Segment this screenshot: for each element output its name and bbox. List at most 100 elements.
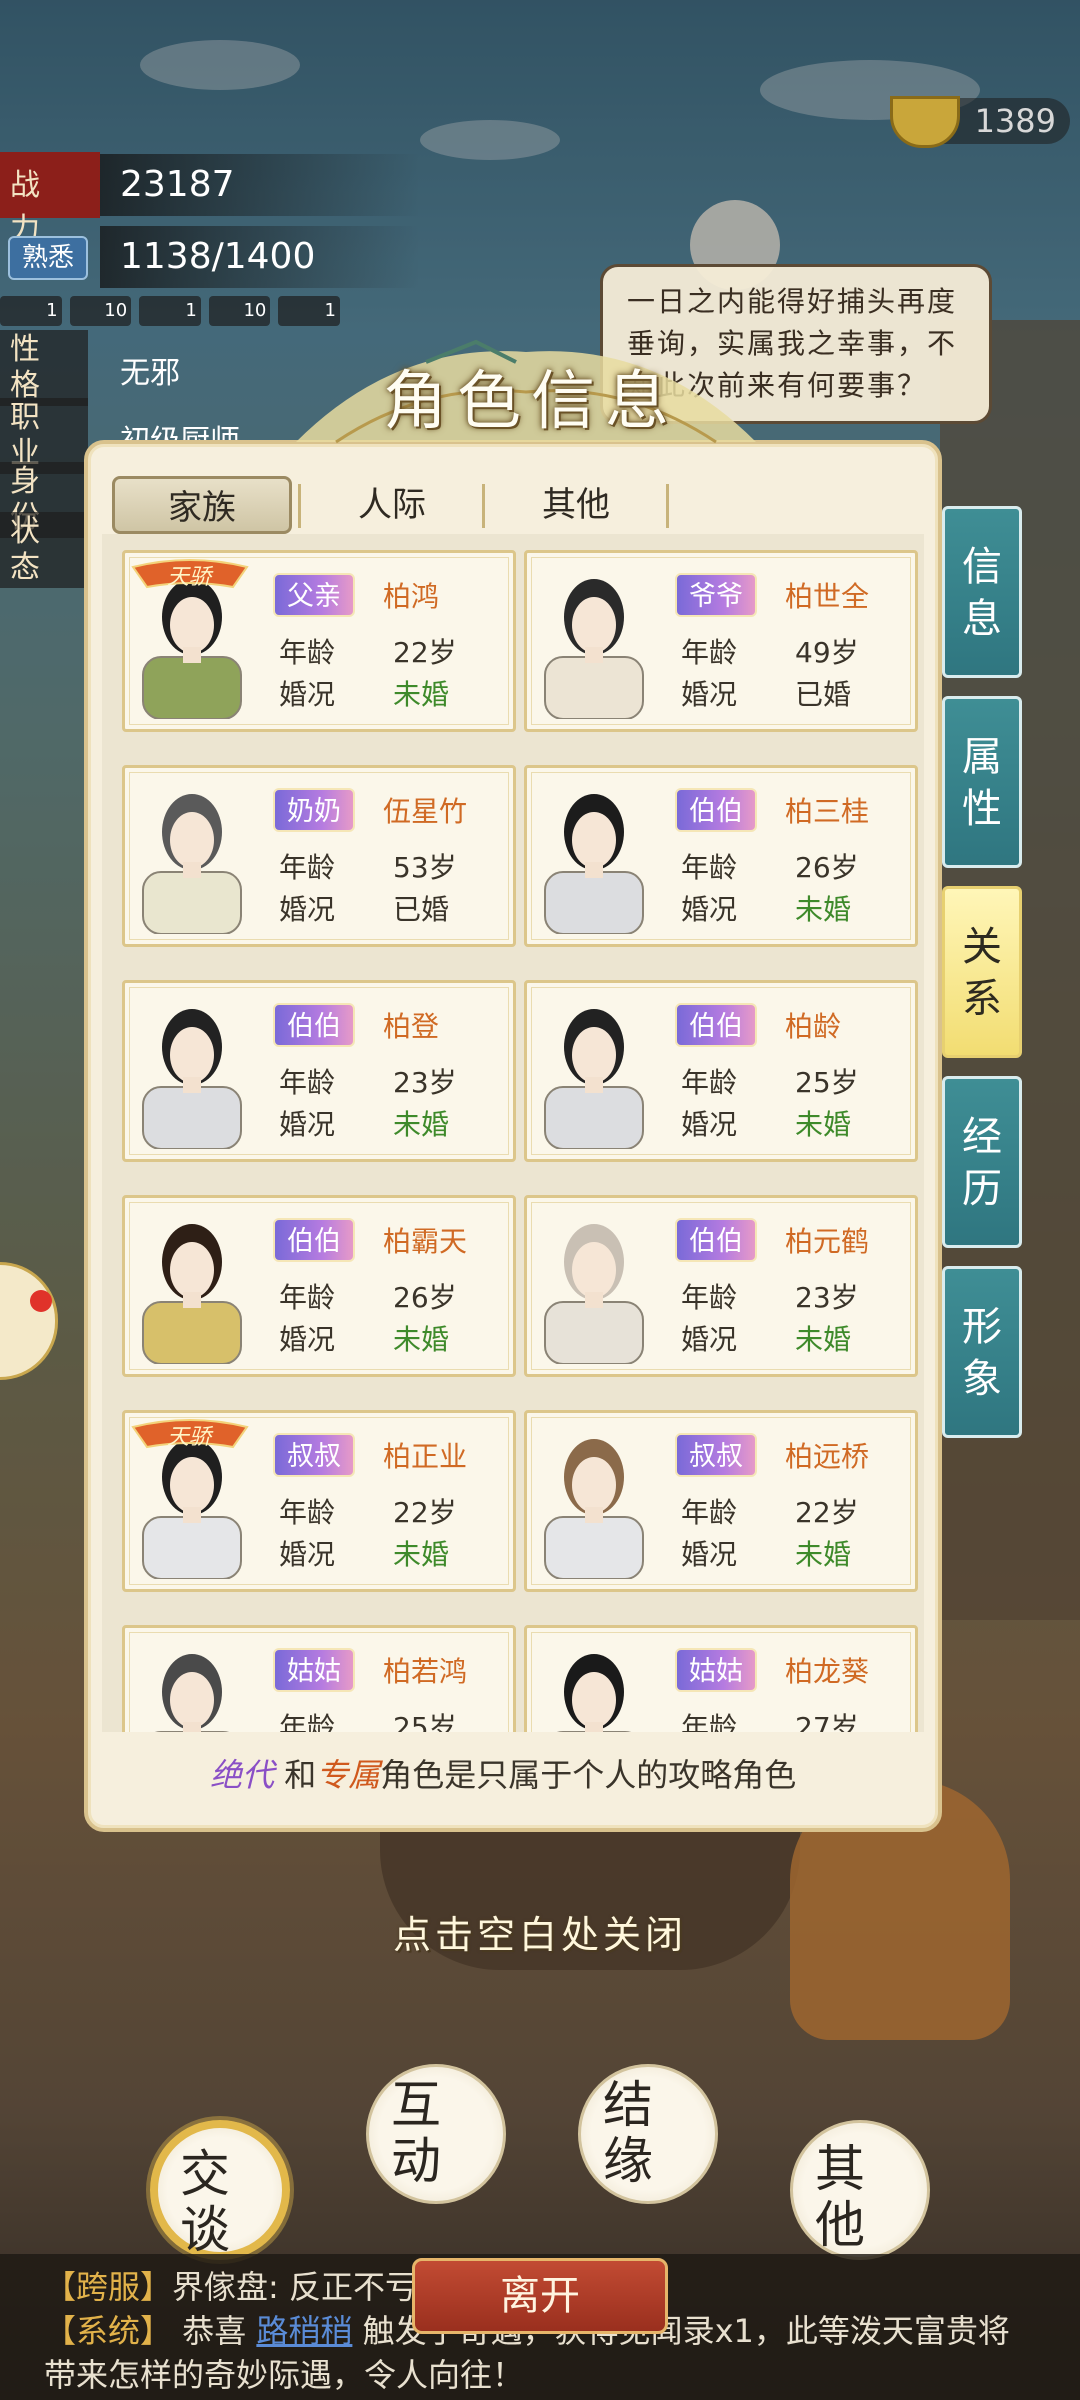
family-card-grid[interactable]: 天骄 父亲 柏鸿 年龄 22岁 婚况 未婚 爷爷 柏世全 年龄 49岁 婚况 已婚 奶奶 伍星竹 年龄 53岁婚… (102, 534, 924, 1732)
character-card[interactable]: 天骄 父亲 柏鸿 年龄 22岁 婚况 未婚 (122, 550, 516, 732)
footnote-and: 和 (284, 1756, 317, 1794)
side-tab-attributes[interactable]: 属性 (942, 696, 1022, 868)
age-label: 年龄 (681, 1496, 738, 1529)
action-other-button[interactable]: 其他 (790, 2120, 930, 2260)
character-card[interactable]: 天骄 叔叔 柏正业 年龄 22岁 婚况 未婚 (122, 1410, 516, 1592)
marital-label: 婚况 (279, 678, 336, 711)
familiarity-value: 1138/1400 (100, 226, 420, 288)
relation-badge: 姑姑 (273, 1648, 355, 1692)
character-portrait (133, 1636, 251, 1732)
character-card[interactable]: 奶奶 伍星竹 年龄 53岁 婚况 已婚 (122, 765, 516, 947)
character-portrait (133, 561, 251, 719)
tab-divider (666, 484, 669, 528)
relation-badge: 奶奶 (273, 788, 355, 832)
character-name: 伍星竹 (383, 795, 468, 828)
relation-badge: 伯伯 (675, 788, 757, 832)
age-value: 26岁 (393, 1281, 457, 1314)
side-tab-history[interactable]: 经历 (942, 1076, 1022, 1248)
tianjiao-badge: 天骄 (129, 1417, 251, 1451)
marital-label: 婚况 (279, 1108, 336, 1141)
action-talk-button[interactable]: 交谈 (150, 2120, 290, 2260)
character-portrait (535, 1206, 653, 1364)
age-value: 22岁 (795, 1496, 859, 1529)
player-link[interactable]: 路稍稍 (256, 2312, 352, 2350)
age-value: 25岁 (795, 1066, 859, 1099)
marital-value: 未婚 (795, 1538, 852, 1571)
age-label: 年龄 (279, 636, 336, 669)
attr-personality: 性格 无邪 (0, 330, 320, 406)
marital-value: 未婚 (795, 1323, 852, 1356)
chat-channel-tag: 【系统】 (44, 2312, 173, 2350)
character-name: 柏霸天 (383, 1225, 468, 1258)
character-portrait (535, 991, 653, 1149)
character-name: 柏登 (383, 1010, 440, 1043)
panel-title: 角色信息 (383, 365, 679, 439)
age-value: 23岁 (393, 1066, 457, 1099)
leave-button[interactable]: 离开 (412, 2258, 668, 2334)
relation-badge: 姑姑 (675, 1648, 757, 1692)
relation-badge: 叔叔 (273, 1433, 355, 1477)
character-card[interactable]: 叔叔 柏远桥 年龄 22岁 婚况 未婚 (524, 1410, 918, 1592)
age-label: 年龄 (279, 1496, 336, 1529)
character-portrait (133, 776, 251, 934)
character-card[interactable]: 爷爷 柏世全 年龄 49岁 婚况 已婚 (524, 550, 918, 732)
chat-line: 【跨服】界傢盘: 反正不亏 (44, 2262, 417, 2308)
tab-divider (298, 484, 301, 528)
side-tab-appearance[interactable]: 形象 (942, 1266, 1022, 1438)
relation-badge: 爷爷 (675, 573, 757, 617)
relation-badge: 伯伯 (675, 1003, 757, 1047)
close-hint: 点击空白处关闭 (392, 1913, 687, 1957)
age-value: 27岁 (795, 1711, 859, 1732)
character-name: 柏若鸿 (383, 1655, 468, 1688)
character-name: 柏元鹤 (785, 1225, 870, 1258)
marital-label: 婚况 (279, 893, 336, 926)
character-card[interactable]: 姑姑柏龙葵年龄27岁婚况 (524, 1625, 918, 1732)
item-chip[interactable]: 1 (0, 296, 62, 326)
character-portrait (535, 1636, 653, 1732)
item-chip[interactable]: 1 (139, 296, 201, 326)
side-tab-relations[interactable]: 关系 (942, 886, 1022, 1058)
character-portrait (535, 1421, 653, 1579)
action-label: 交谈 (180, 2145, 230, 2259)
action-interact-button[interactable]: 互动 (366, 2064, 506, 2204)
character-card[interactable]: 伯伯 柏登 年龄 23岁 婚况 未婚 (122, 980, 516, 1162)
tab-social[interactable]: 人际 (302, 476, 482, 534)
age-value: 25岁 (393, 1711, 457, 1732)
age-label: 年龄 (681, 1711, 738, 1732)
marital-label: 婚况 (279, 1538, 336, 1571)
power-value: 23187 (100, 154, 420, 216)
age-value: 26岁 (795, 851, 859, 884)
age-value: 23岁 (795, 1281, 859, 1314)
footnote-text: 角色是只属于个人的攻略角色 (380, 1756, 797, 1794)
character-card[interactable]: 伯伯 柏三桂 年龄 26岁 婚况 未婚 (524, 765, 918, 947)
tianjiao-badge: 天骄 (129, 557, 251, 591)
action-bond-button[interactable]: 结缘 (578, 2064, 718, 2204)
character-card[interactable]: 伯伯 柏元鹤 年龄 23岁 婚况 未婚 (524, 1195, 918, 1377)
footnote-keyword-peerless: 绝代 (210, 1756, 275, 1794)
character-card[interactable]: 伯伯 柏霸天 年龄 26岁 婚况 未婚 (122, 1195, 516, 1377)
side-tab-info[interactable]: 信息 (942, 506, 1022, 678)
marital-label: 婚况 (681, 1323, 738, 1356)
panel-tabs: 家族 人际 其他 (108, 476, 669, 536)
action-label: 互动 (391, 2076, 441, 2190)
tianjiao-label: 天骄 (167, 1425, 212, 1450)
marital-label: 婚况 (681, 893, 738, 926)
item-chip[interactable]: 10 (208, 296, 271, 326)
character-name: 柏龄 (785, 1010, 842, 1043)
item-chip[interactable]: 10 (69, 296, 132, 326)
notification-dot (30, 1290, 52, 1312)
character-name: 柏鸿 (383, 580, 440, 613)
marital-value: 未婚 (393, 1108, 450, 1141)
tab-family[interactable]: 家族 (112, 476, 292, 534)
age-label: 年龄 (279, 1711, 336, 1732)
chat-text: 界傢盘: 反正不亏 (172, 2268, 417, 2306)
age-value: 22岁 (393, 1496, 457, 1529)
marital-value: 未婚 (795, 1108, 852, 1141)
character-card[interactable]: 伯伯 柏龄 年龄 25岁 婚况 未婚 (524, 980, 918, 1162)
age-label: 年龄 (681, 1066, 738, 1099)
tab-other[interactable]: 其他 (486, 476, 666, 534)
character-name: 柏世全 (785, 580, 870, 613)
age-value: 53岁 (393, 851, 457, 884)
character-card[interactable]: 姑姑柏若鸿年龄25岁婚况 (122, 1625, 516, 1732)
relation-badge: 伯伯 (273, 1218, 355, 1262)
